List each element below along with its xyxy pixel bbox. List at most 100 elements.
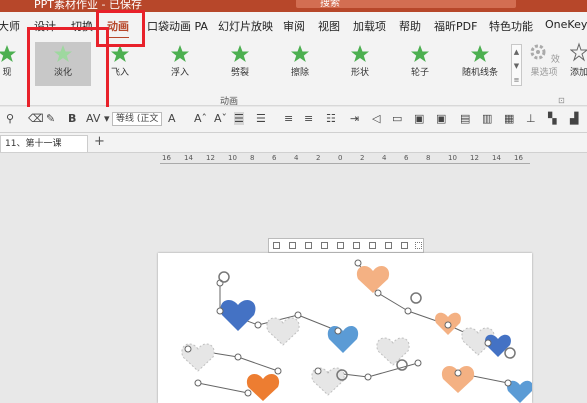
chevron-down-icon[interactable]: ▼ bbox=[512, 59, 521, 73]
rotate-icon[interactable]: ▟ bbox=[570, 112, 578, 125]
effect-label: 随机线条 bbox=[461, 68, 498, 78]
align-floating-toolbar bbox=[268, 238, 424, 253]
tab-master[interactable]: 大师 bbox=[0, 18, 20, 34]
star-icon bbox=[231, 45, 249, 62]
star-icon bbox=[291, 45, 309, 62]
align-center-icon[interactable]: ☰ bbox=[234, 112, 244, 125]
crop-icon[interactable]: ▥ bbox=[482, 112, 492, 125]
effect-label: 轮子 bbox=[410, 68, 429, 78]
align-top-icon[interactable] bbox=[321, 242, 328, 249]
document-tab-label: 11、第十一课 bbox=[5, 139, 62, 149]
tab-help[interactable]: 帮助 bbox=[399, 18, 421, 34]
tab-view[interactable]: 视图 bbox=[318, 18, 340, 34]
ruler-label: 2 bbox=[316, 154, 321, 162]
group-icon[interactable]: ▦ bbox=[504, 112, 514, 125]
format-painter-icon[interactable]: ✎ bbox=[46, 112, 55, 125]
ruler-label: 14 bbox=[184, 154, 193, 162]
effect-random-bars[interactable]: 随机线条 bbox=[455, 42, 505, 86]
ruler-label: 8 bbox=[250, 154, 255, 162]
pin-icon[interactable]: ⚲ bbox=[6, 112, 14, 125]
bold-icon[interactable]: B bbox=[68, 112, 76, 125]
align-right-icon[interactable] bbox=[305, 242, 312, 249]
effect-label: 现 bbox=[2, 68, 12, 78]
tab-slideshow[interactable]: 幻灯片放映 bbox=[218, 18, 273, 34]
effect-label: 飞入 bbox=[110, 68, 129, 78]
gear-icon bbox=[530, 44, 546, 60]
text-box-vertical-icon[interactable]: ▤ bbox=[460, 112, 470, 125]
chevron-up-icon[interactable]: ▲ bbox=[512, 45, 521, 59]
effect-label: 劈裂 bbox=[230, 68, 249, 78]
align-justify-icon[interactable]: ☰ bbox=[256, 112, 266, 125]
arrange-icon[interactable]: ▚ bbox=[548, 112, 556, 125]
align-left-icon[interactable] bbox=[273, 242, 280, 249]
align-center-icon[interactable] bbox=[289, 242, 296, 249]
ruler-label: 12 bbox=[206, 154, 215, 162]
slide-canvas[interactable] bbox=[158, 253, 532, 403]
ruler-label: 4 bbox=[294, 154, 299, 162]
more-icon[interactable]: ≡ bbox=[512, 73, 521, 87]
star-icon bbox=[111, 45, 129, 62]
tab-addins[interactable]: 加载项 bbox=[353, 18, 386, 34]
ruler-label: 6 bbox=[404, 154, 409, 162]
ruler-label: 12 bbox=[470, 154, 479, 162]
align-bottom-icon[interactable] bbox=[353, 242, 360, 249]
effect-float-in[interactable]: 浮入 bbox=[155, 42, 205, 86]
effect-split[interactable]: 劈裂 bbox=[215, 42, 265, 86]
align-objects-icon[interactable]: ⊥ bbox=[526, 112, 536, 125]
ruler-label: 8 bbox=[426, 154, 431, 162]
text-box-icon[interactable]: ▭ bbox=[392, 112, 402, 125]
char-spacing-icon[interactable]: AV bbox=[86, 112, 100, 125]
tab-review[interactable]: 审阅 bbox=[283, 18, 305, 34]
effect-wipe[interactable]: 擦除 bbox=[275, 42, 325, 86]
horizontal-ruler: 16 14 12 10 8 6 4 2 0 2 4 6 8 10 12 14 1… bbox=[160, 154, 530, 164]
add-animation-label: 添加 bbox=[570, 68, 587, 78]
effect-label: 形状 bbox=[350, 68, 369, 78]
distribute-vertical-icon[interactable] bbox=[385, 242, 392, 249]
effect-options-button[interactable]: 效果选项 bbox=[524, 42, 564, 86]
chevron-down-icon[interactable]: ▾ bbox=[104, 112, 110, 125]
indent-icon[interactable]: ⇥ bbox=[350, 112, 359, 125]
add-animation-button[interactable]: 添加 bbox=[569, 42, 587, 86]
star-icon bbox=[0, 45, 16, 62]
tab-foxit-pdf[interactable]: 福昕PDF bbox=[434, 18, 477, 34]
effect-label: 浮入 bbox=[170, 68, 189, 78]
ruler-label: 10 bbox=[228, 154, 237, 162]
effect-shape[interactable]: 形状 bbox=[335, 42, 385, 86]
search-box[interactable]: 搜索 bbox=[296, 0, 516, 9]
document-tab-bar: 11、第十一课 + bbox=[0, 133, 587, 153]
tab-pocket-animation[interactable]: 口袋动画 PA bbox=[147, 18, 208, 34]
gallery-scroll[interactable]: ▲ ▼ ≡ bbox=[511, 44, 522, 86]
format-toolbar: ⚲ ⌫ ✎ B AV ▾ 等线 (正文 A Aˆ Aˇ ☰ ☰ ≡ ≡ ☷ ⇥ … bbox=[0, 107, 587, 133]
add-tab-icon[interactable]: + bbox=[94, 134, 105, 149]
align-right-icon[interactable]: ≡ bbox=[304, 112, 313, 125]
effect-label: 擦除 bbox=[290, 68, 309, 78]
resize-icon[interactable] bbox=[415, 242, 422, 249]
dialog-launcher-icon[interactable]: ⊡ bbox=[558, 96, 565, 105]
ruler-label: 0 bbox=[338, 154, 343, 162]
align-middle-icon[interactable] bbox=[337, 242, 344, 249]
hearts-illustration[interactable] bbox=[158, 253, 532, 403]
effect-wheel[interactable]: 轮子 bbox=[395, 42, 445, 86]
font-name-select[interactable]: 等线 (正文 bbox=[112, 112, 163, 126]
ruler-label: 2 bbox=[360, 154, 365, 162]
distribute-horizontal-icon[interactable] bbox=[369, 242, 376, 249]
title-bar: PPT素材作业 - 已保存 搜索 bbox=[0, 0, 587, 12]
align-left-icon[interactable]: ≡ bbox=[284, 112, 293, 125]
shrink-font-icon[interactable]: Aˇ bbox=[214, 112, 227, 125]
tab-special-features[interactable]: 特色功能 bbox=[489, 18, 533, 34]
document-tab[interactable]: 11、第十一课 bbox=[0, 135, 88, 152]
more-icon[interactable] bbox=[401, 242, 408, 249]
star-icon bbox=[171, 45, 189, 62]
tab-onekey[interactable]: OneKey bbox=[545, 18, 587, 31]
highlight-box-fade-effect bbox=[27, 27, 109, 115]
distributed-icon[interactable]: ☷ bbox=[326, 112, 336, 125]
picture-icon[interactable]: ▣ bbox=[436, 112, 446, 125]
ruler-label: 14 bbox=[492, 154, 501, 162]
star-icon bbox=[351, 45, 369, 62]
ruler-label: 4 bbox=[382, 154, 387, 162]
grow-font-icon[interactable]: Aˆ bbox=[194, 112, 207, 125]
image-icon[interactable]: ▣ bbox=[414, 112, 424, 125]
shape-outline-icon[interactable]: ◁ bbox=[372, 112, 380, 125]
font-color-icon[interactable]: A bbox=[168, 112, 176, 125]
eraser-icon[interactable]: ⌫ bbox=[28, 112, 44, 125]
